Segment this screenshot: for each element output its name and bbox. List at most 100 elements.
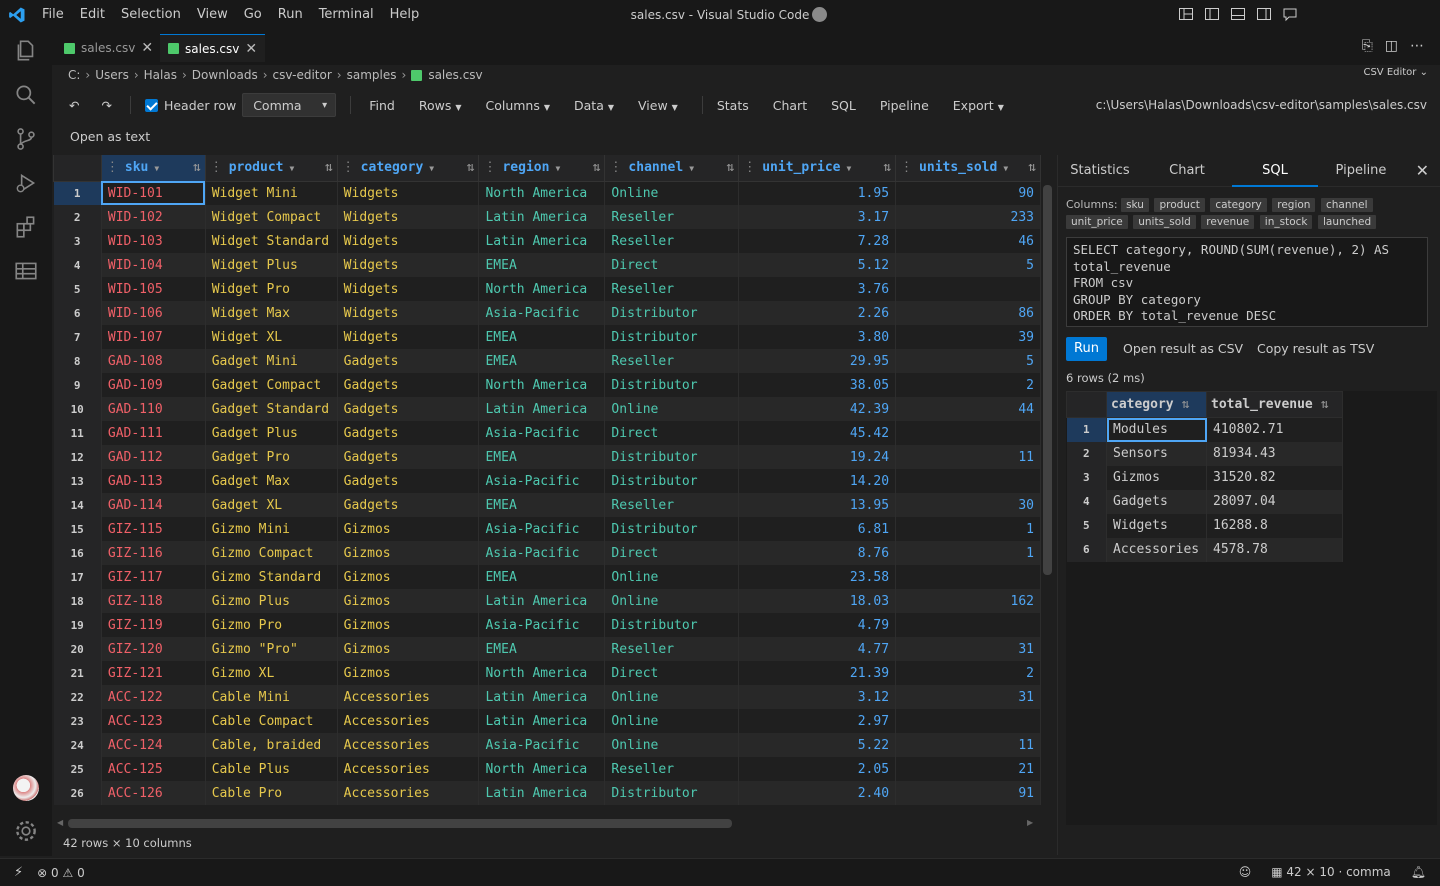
row-number[interactable]: 17 <box>53 565 102 589</box>
drag-handle-icon[interactable]: ⋮ <box>483 160 496 175</box>
table-cell[interactable]: Gizmos <box>337 613 480 637</box>
row-number[interactable]: 8 <box>53 349 102 373</box>
table-cell[interactable]: 13.95 <box>738 493 897 517</box>
table-cell[interactable]: Gadgets <box>337 445 480 469</box>
table-cell[interactable]: 31 <box>895 637 1041 661</box>
undo-icon[interactable]: ↶ <box>69 98 79 113</box>
open-changes-icon[interactable]: ⎘ <box>1362 38 1373 54</box>
column-header-sku[interactable]: ⋮ sku ▼ ⇅ <box>100 155 206 182</box>
drag-handle-icon[interactable]: ⋮ <box>210 160 223 175</box>
breadcrumb-item[interactable]: Halas <box>144 68 177 82</box>
table-cell[interactable]: ACC-123 <box>101 709 206 733</box>
table-cell[interactable]: 90 <box>895 181 1041 205</box>
search-icon[interactable] <box>13 82 39 108</box>
scroll-right-icon[interactable]: ▶ <box>1027 818 1033 827</box>
sort-icon[interactable]: ⇅ <box>1028 160 1036 175</box>
sort-icon[interactable]: ⇅ <box>325 160 333 175</box>
table-cell[interactable]: Gadget Pro <box>205 445 338 469</box>
sort-icon[interactable]: ⇅ <box>593 160 601 175</box>
table-cell[interactable]: Direct <box>604 661 740 685</box>
breadcrumb-item[interactable]: sales.csv <box>428 68 482 82</box>
filter-dropdown-icon[interactable]: ▼ <box>154 164 159 173</box>
table-cell[interactable]: GAD-113 <box>101 469 206 493</box>
sort-icon[interactable]: ⇅ <box>883 160 891 175</box>
sort-icon[interactable]: ⇅ <box>726 160 734 175</box>
table-cell[interactable]: 5.22 <box>738 733 897 757</box>
table-cell[interactable]: EMEA <box>478 637 606 661</box>
table-cell[interactable]: Gadgets <box>337 421 480 445</box>
table-cell[interactable]: 81934.43 <box>1206 441 1343 466</box>
menu-item-run[interactable]: Run <box>270 0 311 30</box>
column-chip[interactable]: sku <box>1121 198 1149 212</box>
table-cell[interactable]: 410802.71 <box>1206 417 1343 442</box>
filter-dropdown-icon[interactable]: ▼ <box>689 164 694 173</box>
table-cell[interactable]: Distributor <box>604 517 740 541</box>
table-cell[interactable]: Gizmo Mini <box>205 517 338 541</box>
table-cell[interactable]: 21.39 <box>738 661 897 685</box>
row-number[interactable]: 15 <box>53 517 102 541</box>
table-cell[interactable]: Gadgets <box>337 469 480 493</box>
tab-pipeline[interactable]: Pipeline <box>1320 155 1402 187</box>
table-cell[interactable]: Widget Compact <box>205 205 338 229</box>
row-number[interactable]: 4 <box>53 253 102 277</box>
table-cell[interactable]: WID-103 <box>101 229 206 253</box>
column-chip[interactable]: product <box>1154 198 1205 212</box>
table-cell[interactable]: Direct <box>604 253 740 277</box>
customize-layout-icon[interactable] <box>1178 6 1194 22</box>
row-number[interactable]: 18 <box>53 589 102 613</box>
problems-indicator[interactable]: ⊗ 0 ⚠ 0 <box>37 866 85 880</box>
table-cell[interactable]: Gizmos <box>337 589 480 613</box>
table-cell[interactable]: Gizmos <box>337 661 480 685</box>
row-number[interactable]: 25 <box>53 757 102 781</box>
table-cell[interactable]: Widgets <box>337 253 480 277</box>
table-cell[interactable]: Online <box>604 709 740 733</box>
menu-item-edit[interactable]: Edit <box>72 0 113 30</box>
table-cell[interactable]: Asia-Pacific <box>478 301 606 325</box>
table-cell[interactable]: Gizmo Pro <box>205 613 338 637</box>
table-cell[interactable]: Latin America <box>478 589 606 613</box>
table-cell[interactable]: Reseller <box>604 205 740 229</box>
close-icon[interactable]: ✕ <box>245 41 257 57</box>
table-cell[interactable]: Distributor <box>604 301 740 325</box>
table-cell[interactable]: Latin America <box>478 229 606 253</box>
table-cell[interactable]: 23.58 <box>738 565 897 589</box>
table-cell[interactable]: EMEA <box>478 445 606 469</box>
column-header-channel[interactable]: ⋮ channel ▼ ⇅ <box>604 155 740 182</box>
accounts-icon[interactable] <box>812 7 827 22</box>
table-cell[interactable]: GIZ-117 <box>101 565 206 589</box>
row-number[interactable]: 1 <box>1066 417 1107 442</box>
table-cell[interactable]: Widget Standard <box>205 229 338 253</box>
sql-editor[interactable]: SELECT category, ROUND(SUM(revenue), 2) … <box>1066 237 1428 327</box>
table-cell[interactable]: 162 <box>895 589 1041 613</box>
table-cell[interactable]: Accessories <box>337 781 480 805</box>
table-cell[interactable]: 8.76 <box>738 541 897 565</box>
table-cell[interactable]: GIZ-115 <box>101 517 206 541</box>
open-as-text-link[interactable]: Open as text <box>70 129 150 144</box>
row-number[interactable]: 14 <box>53 493 102 517</box>
table-cell[interactable]: GAD-114 <box>101 493 206 517</box>
tab-sales-csv-preview[interactable]: sales.csv ✕ <box>56 34 161 62</box>
csv-table-icon[interactable] <box>13 258 39 284</box>
table-cell[interactable] <box>895 613 1041 637</box>
scroll-left-icon[interactable]: ◀ <box>57 818 63 827</box>
row-number[interactable]: 21 <box>53 661 102 685</box>
table-cell[interactable]: EMEA <box>478 565 606 589</box>
row-number[interactable]: 13 <box>53 469 102 493</box>
row-number[interactable]: 2 <box>1066 441 1107 466</box>
vertical-scrollbar[interactable] <box>1043 185 1052 575</box>
table-cell[interactable]: 19.24 <box>738 445 897 469</box>
filter-dropdown-icon[interactable]: ▼ <box>289 164 294 173</box>
table-cell[interactable]: 11 <box>895 733 1041 757</box>
table-cell[interactable]: Direct <box>604 421 740 445</box>
row-number[interactable]: 24 <box>53 733 102 757</box>
table-cell[interactable]: North America <box>478 181 606 205</box>
table-cell[interactable] <box>895 709 1041 733</box>
source-control-icon[interactable] <box>13 126 39 152</box>
row-number[interactable]: 6 <box>1066 537 1107 562</box>
table-cell[interactable]: Cable Compact <box>205 709 338 733</box>
table-cell[interactable]: 44 <box>895 397 1041 421</box>
column-chip[interactable]: revenue <box>1201 215 1255 229</box>
table-cell[interactable]: 86 <box>895 301 1041 325</box>
breadcrumb-item[interactable]: Users <box>95 68 129 82</box>
table-cell[interactable]: Gizmo Plus <box>205 589 338 613</box>
